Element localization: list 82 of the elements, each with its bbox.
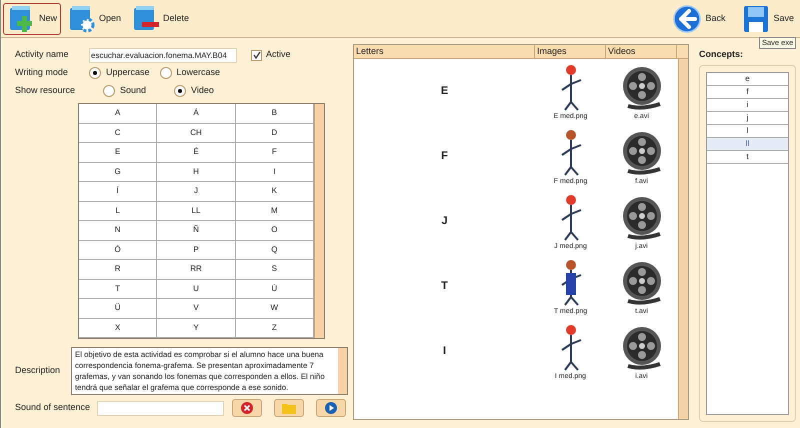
field-label: Activity name [15, 48, 70, 62]
letter-cell[interactable]: Ü [79, 299, 158, 318]
toolbar-button[interactable]: Delete [127, 2, 194, 34]
letter-cell[interactable]: X [79, 318, 158, 338]
letter-cell[interactable]: Á [157, 104, 236, 124]
letter-cell[interactable]: M [236, 202, 314, 221]
letter-cell[interactable]: E [79, 143, 158, 162]
letter-cell[interactable]: P [157, 240, 236, 260]
play-button[interactable] [316, 399, 346, 417]
letter-cell[interactable]: D [236, 124, 314, 143]
active-checkbox[interactable] [251, 50, 262, 60]
radio-button[interactable] [174, 85, 186, 97]
column-header[interactable]: Letters [354, 45, 535, 58]
letter-cell[interactable]: É [157, 143, 236, 162]
close-icon [241, 402, 253, 414]
letter-text: J [441, 214, 448, 230]
field-label: Sound of sentence [15, 401, 92, 414]
scrollbar[interactable] [314, 104, 324, 338]
letter-cell[interactable]: H [157, 162, 236, 182]
letter-cell[interactable]: Ú [236, 280, 314, 299]
letter-cell[interactable]: Y [157, 318, 236, 338]
concept-item[interactable]: t [707, 150, 788, 164]
radio-label: Lowercase [176, 66, 220, 80]
play-icon [325, 402, 337, 414]
concept-item[interactable]: f [707, 86, 788, 98]
letter-cell[interactable]: RR [157, 260, 236, 280]
activity-name-field[interactable]: escuchar.evaluacion.fonema.MAY.B04 [89, 48, 237, 62]
letter-cell[interactable]: O [236, 221, 314, 240]
concept-item[interactable]: i [707, 98, 788, 112]
radio-button[interactable] [89, 67, 101, 79]
scrollbar[interactable] [678, 59, 688, 419]
letter-cell[interactable]: L [79, 202, 158, 221]
radio-button[interactable] [103, 85, 115, 97]
folder-button[interactable] [274, 399, 304, 417]
toolbar-button[interactable]: New [3, 2, 62, 34]
letter-cell[interactable]: Í [79, 182, 158, 202]
letter-cell[interactable]: Ñ [157, 221, 236, 240]
letter-cell[interactable]: Ó [79, 240, 158, 260]
letter-cell[interactable]: T [79, 280, 158, 299]
radio-label: Sound [120, 84, 146, 98]
clear-button[interactable] [232, 399, 262, 417]
letter-cell[interactable]: U [157, 280, 236, 299]
gear-book-icon [67, 4, 98, 34]
toolbar-button[interactable]: Back [671, 2, 728, 34]
toolbar-button[interactable]: Open [63, 2, 126, 34]
letter-cell[interactable]: V [157, 299, 236, 318]
letter-cell[interactable]: G [79, 162, 158, 182]
letter-cell[interactable]: W [236, 299, 314, 318]
letter-cell[interactable]: J [157, 182, 236, 202]
sound-field[interactable] [97, 400, 224, 416]
concept-item[interactable]: e [707, 72, 788, 86]
letter-text: F [441, 149, 448, 164]
field-label: Writing mode [15, 66, 69, 80]
field-label: Show resource [15, 84, 76, 98]
letter-cell[interactable]: S [236, 260, 314, 280]
checkbox-label: Active [266, 48, 291, 62]
toolbar-button[interactable]: Save [741, 2, 796, 34]
radio-label: Video [191, 84, 214, 98]
column-header[interactable]: Videos [606, 45, 677, 58]
letter-cell[interactable]: Z [236, 318, 314, 338]
letter-cell[interactable]: CH [157, 124, 236, 143]
letter-cell[interactable]: C [79, 124, 158, 143]
concept-item[interactable]: j [707, 112, 788, 124]
letter-cell[interactable]: LL [157, 202, 236, 221]
folder-icon [282, 402, 296, 414]
radio-button[interactable] [160, 67, 172, 79]
concept-item[interactable]: ll [707, 138, 788, 150]
letter-text: T [441, 279, 448, 294]
radio-label: Uppercase [106, 66, 150, 80]
column-header[interactable]: Images [535, 45, 606, 58]
letter-cell[interactable]: B [236, 104, 314, 124]
letter-cell[interactable]: I [236, 162, 314, 182]
letter-cell[interactable]: F [236, 143, 314, 162]
letter-cell[interactable]: N [79, 221, 158, 240]
concepts-title: Concepts: [699, 48, 744, 61]
letter-cell[interactable]: R [79, 260, 158, 280]
field-label: Description [15, 364, 62, 378]
letter-text: I [442, 344, 446, 360]
letter-cell[interactable]: K [236, 182, 314, 202]
letter-cell[interactable]: A [79, 104, 158, 124]
letter-text: E [440, 84, 448, 100]
letter-cell[interactable]: Q [236, 240, 314, 260]
